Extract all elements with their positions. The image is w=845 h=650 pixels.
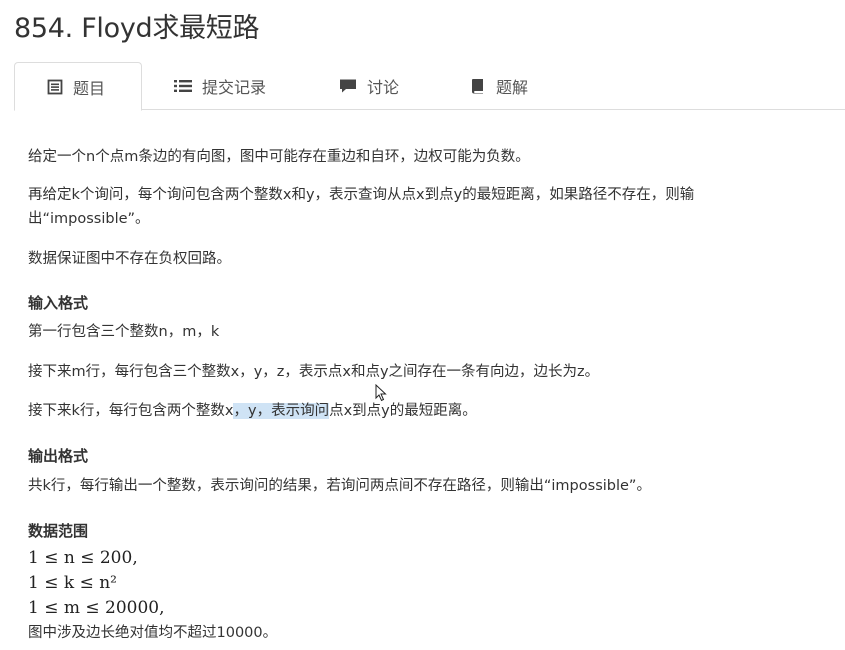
range-formula: 1 ≤ m ≤ 20000, <box>28 598 165 618</box>
text-segment: 点x到点y的最短距离。 <box>329 403 477 419</box>
text-selection: ，y，表示询问 <box>233 403 330 419</box>
input-format-text: 第一行包含三个整数n，m，k <box>28 324 220 340</box>
page-title: 854. Floyd求最短路 <box>14 13 260 44</box>
description-text: 数据保证图中不存在负权回路。 <box>28 251 231 267</box>
output-format-text: 共k行，每行输出一个整数，表示询问的结果，若询问两点间不存在路径，则输出“imp… <box>28 478 651 494</box>
tab-problem[interactable]: 题目 <box>14 62 142 111</box>
tab-bar: 题目 提交记录 讨论 题解 <box>14 62 845 111</box>
tab-label: 讨论 <box>367 78 400 97</box>
text-segment: 接下来k行，每行包含两个整数x <box>28 403 234 419</box>
description-text: 出“impossible”。 <box>28 211 150 227</box>
chat-icon <box>339 78 357 94</box>
range-formula: 1 ≤ k ≤ n² <box>28 573 117 593</box>
document-icon <box>47 79 63 95</box>
range-formula: 1 ≤ n ≤ 200, <box>28 548 138 568</box>
input-format-text: 接下来k行，每行包含两个整数x，y，表示询问点x到点y的最短距离。 <box>28 399 477 423</box>
output-format-heading: 输出格式 <box>28 447 89 465</box>
description-text: 再给定k个询问，每个询问包含两个整数x和y，表示查询从点x到点y的最短距离，如果… <box>28 187 695 203</box>
tab-submissions[interactable]: 提交记录 <box>174 62 266 110</box>
tab-discussion[interactable]: 讨论 <box>339 62 399 110</box>
description-text: 给定一个n个点m条边的有向图，图中可能存在重边和自环，边权可能为负数。 <box>28 149 530 165</box>
list-icon <box>174 78 192 94</box>
tab-label: 提交记录 <box>202 78 267 97</box>
tab-label: 题解 <box>496 78 529 97</box>
range-text: 图中涉及边长绝对值均不超过10000。 <box>28 625 278 641</box>
input-format-heading: 输入格式 <box>28 294 89 312</box>
data-range-heading: 数据范围 <box>28 522 89 540</box>
tab-solutions[interactable]: 题解 <box>470 62 528 110</box>
book-icon <box>470 78 486 94</box>
problem-page: 854. Floyd求最短路 题目 提交记录 讨论 题解 给定一个n个点m条边的… <box>0 0 845 650</box>
mouse-cursor-icon <box>375 383 387 406</box>
input-format-text: 接下来m行，每行包含三个整数x，y，z，表示点x和点y之间存在一条有向边，边长为… <box>28 364 600 380</box>
tab-label: 题目 <box>73 78 106 98</box>
